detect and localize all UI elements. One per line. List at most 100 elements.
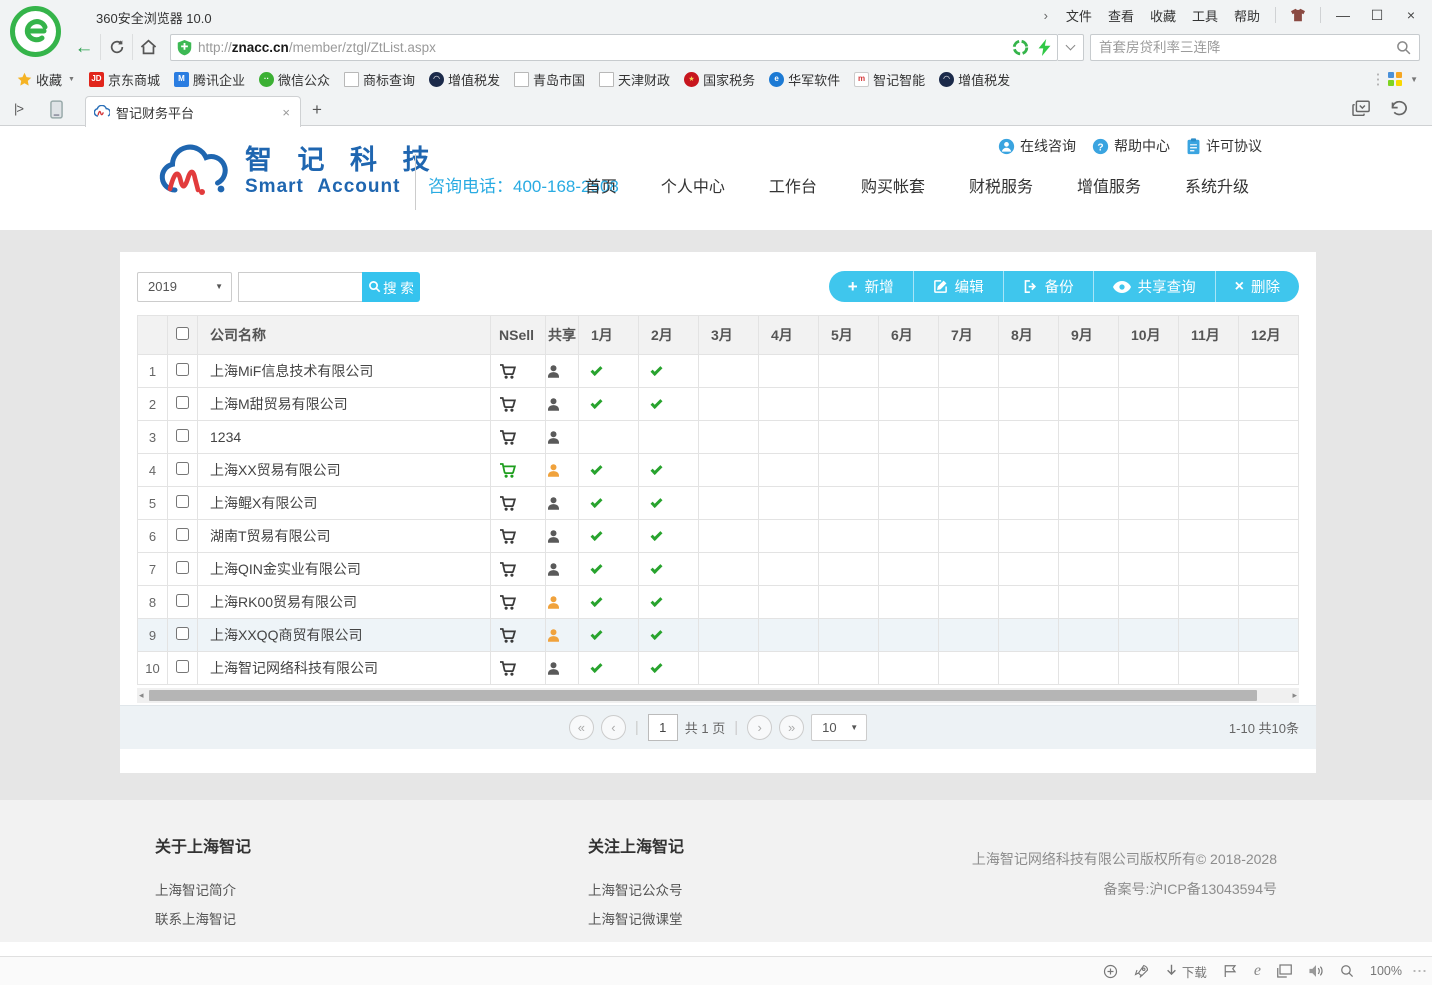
cart-icon[interactable] bbox=[499, 562, 516, 577]
edit-action-button[interactable]: 编辑 bbox=[913, 271, 1003, 302]
person-icon[interactable] bbox=[546, 529, 561, 544]
tab-smart-account[interactable]: 智记财务平台 × bbox=[85, 96, 301, 127]
row-checkbox[interactable] bbox=[176, 429, 189, 442]
bookmark-item[interactable]: 天津财政 bbox=[592, 68, 677, 90]
browser-menu-item[interactable]: 查看 bbox=[1100, 3, 1142, 28]
menu-collapse-icon[interactable]: › bbox=[1038, 8, 1054, 23]
delete-action-button[interactable]: ×删除 bbox=[1215, 271, 1299, 302]
download-button[interactable]: 下载 bbox=[1165, 962, 1207, 981]
zoom-level[interactable]: 100% bbox=[1370, 964, 1402, 978]
horizontal-scrollbar[interactable]: ◂ ▸ bbox=[137, 688, 1299, 703]
bookmark-item[interactable]: M腾讯企业 bbox=[167, 68, 252, 90]
mute-speaker-icon[interactable] bbox=[1308, 964, 1324, 978]
prev-page-button[interactable]: ‹ bbox=[601, 715, 626, 740]
snapshot-icon[interactable] bbox=[1012, 39, 1029, 56]
nav-item[interactable]: 增值服务 bbox=[1077, 173, 1141, 197]
page-size-select[interactable]: 10 ▼ bbox=[811, 714, 867, 741]
skin-button[interactable] bbox=[1283, 3, 1313, 27]
nav-item[interactable]: 个人中心 bbox=[661, 173, 725, 197]
tab-close-icon[interactable]: × bbox=[280, 105, 292, 120]
person-icon[interactable] bbox=[546, 661, 561, 676]
url-dropdown-button[interactable] bbox=[1058, 34, 1084, 61]
person-icon[interactable] bbox=[546, 595, 561, 610]
cart-icon[interactable] bbox=[499, 496, 516, 511]
flag-report-icon[interactable] bbox=[1223, 964, 1238, 978]
row-checkbox[interactable] bbox=[176, 363, 189, 376]
bookmark-item[interactable]: ★国家税务 bbox=[677, 68, 762, 90]
search-icon[interactable] bbox=[1396, 40, 1411, 55]
row-checkbox[interactable] bbox=[176, 396, 189, 409]
cart-icon[interactable] bbox=[499, 661, 516, 676]
browser-search-box[interactable] bbox=[1090, 34, 1420, 61]
row-checkbox[interactable] bbox=[176, 627, 189, 640]
browser-menu-item[interactable]: 帮助 bbox=[1226, 3, 1268, 28]
year-select[interactable]: 2019 ▼ bbox=[137, 272, 232, 302]
row-checkbox[interactable] bbox=[176, 594, 189, 607]
cart-icon[interactable] bbox=[499, 529, 516, 544]
bookmark-item[interactable]: m智记智能 bbox=[847, 68, 932, 90]
row-checkbox[interactable] bbox=[176, 528, 189, 541]
bookmark-item[interactable]: ◠增值税发 bbox=[932, 68, 1017, 90]
zoom-search-icon[interactable] bbox=[1340, 964, 1354, 978]
quick-link-question-circle[interactable]: ?帮助中心 bbox=[1092, 136, 1170, 156]
footer-link[interactable]: 联系上海智记 bbox=[155, 908, 251, 928]
cart-icon[interactable] bbox=[499, 364, 516, 379]
eye-action-button[interactable]: 共享查询 bbox=[1093, 271, 1215, 302]
back-button[interactable]: ← bbox=[68, 34, 100, 60]
plus-action-button[interactable]: +新增 bbox=[829, 271, 913, 302]
person-icon[interactable] bbox=[546, 628, 561, 643]
nav-item[interactable]: 购买帐套 bbox=[861, 173, 925, 197]
last-page-button[interactable]: » bbox=[779, 715, 804, 740]
cart-icon[interactable] bbox=[499, 463, 516, 478]
row-checkbox[interactable] bbox=[176, 495, 189, 508]
nav-item[interactable]: 系统升级 bbox=[1185, 173, 1249, 197]
accelerator-icon[interactable] bbox=[1103, 964, 1118, 979]
footer-link[interactable]: 上海智记简介 bbox=[155, 879, 251, 899]
apps-grid-icon[interactable] bbox=[1388, 72, 1402, 86]
tab-list-expander-icon[interactable]: |> bbox=[14, 101, 23, 116]
undo-close-tab-icon[interactable] bbox=[1389, 100, 1408, 117]
close-button[interactable]: × bbox=[1396, 3, 1426, 27]
row-checkbox[interactable] bbox=[176, 462, 189, 475]
browser-menu-item[interactable]: 文件 bbox=[1058, 3, 1100, 28]
cart-icon[interactable] bbox=[499, 595, 516, 610]
bookmark-item[interactable]: 收藏▼ bbox=[10, 68, 82, 90]
game-booster-rocket-icon[interactable] bbox=[1134, 964, 1149, 979]
cart-icon[interactable] bbox=[499, 430, 516, 445]
page-mode-icon[interactable] bbox=[1277, 964, 1292, 978]
scroll-right-arrow-icon[interactable]: ▸ bbox=[1292, 691, 1297, 700]
browser-menu-item[interactable]: 收藏 bbox=[1142, 3, 1184, 28]
row-checkbox[interactable] bbox=[176, 561, 189, 574]
nav-item[interactable]: 财税服务 bbox=[969, 173, 1033, 197]
next-page-button[interactable]: › bbox=[747, 715, 772, 740]
new-tab-button[interactable]: + bbox=[306, 100, 328, 120]
cart-icon[interactable] bbox=[499, 628, 516, 643]
company-filter-input[interactable] bbox=[238, 272, 362, 302]
nav-item[interactable]: 工作台 bbox=[769, 173, 817, 197]
bookmark-item[interactable]: e华军软件 bbox=[762, 68, 847, 90]
url-input[interactable]: http://znacc.cn/member/ztgl/ZtList.aspx bbox=[170, 34, 1058, 61]
bookmark-item[interactable]: 青岛市国 bbox=[507, 68, 592, 90]
bookmarks-handle-icon[interactable] bbox=[1376, 72, 1380, 86]
page-number-input[interactable] bbox=[648, 714, 678, 741]
bookmark-item[interactable]: JD京东商城 bbox=[82, 68, 167, 90]
bookmark-item[interactable]: ··微信公众 bbox=[252, 68, 337, 90]
footer-link[interactable]: 上海智记公众号 bbox=[588, 879, 684, 899]
ie-mode-icon[interactable]: e bbox=[1254, 962, 1261, 980]
cart-icon[interactable] bbox=[499, 397, 516, 412]
bookmark-item[interactable]: ◠增值税发 bbox=[422, 68, 507, 90]
recent-tabs-icon[interactable] bbox=[1352, 100, 1371, 117]
search-button[interactable]: 搜 索 bbox=[362, 272, 420, 302]
row-checkbox[interactable] bbox=[176, 660, 189, 673]
person-icon[interactable] bbox=[546, 463, 561, 478]
quick-link-clipboard[interactable]: 许可协议 bbox=[1186, 136, 1262, 156]
browser-360-logo-icon[interactable] bbox=[9, 5, 62, 58]
browser-search-input[interactable] bbox=[1099, 40, 1396, 55]
backup-action-button[interactable]: 备份 bbox=[1003, 271, 1093, 302]
footer-link[interactable]: 上海智记微课堂 bbox=[588, 908, 684, 928]
person-icon[interactable] bbox=[546, 496, 561, 511]
home-button[interactable] bbox=[132, 34, 164, 60]
maximize-button[interactable]: ☐ bbox=[1362, 3, 1392, 27]
apps-grid-arrow-icon[interactable]: ▼ bbox=[1410, 75, 1418, 84]
select-all-checkbox[interactable] bbox=[176, 327, 189, 340]
